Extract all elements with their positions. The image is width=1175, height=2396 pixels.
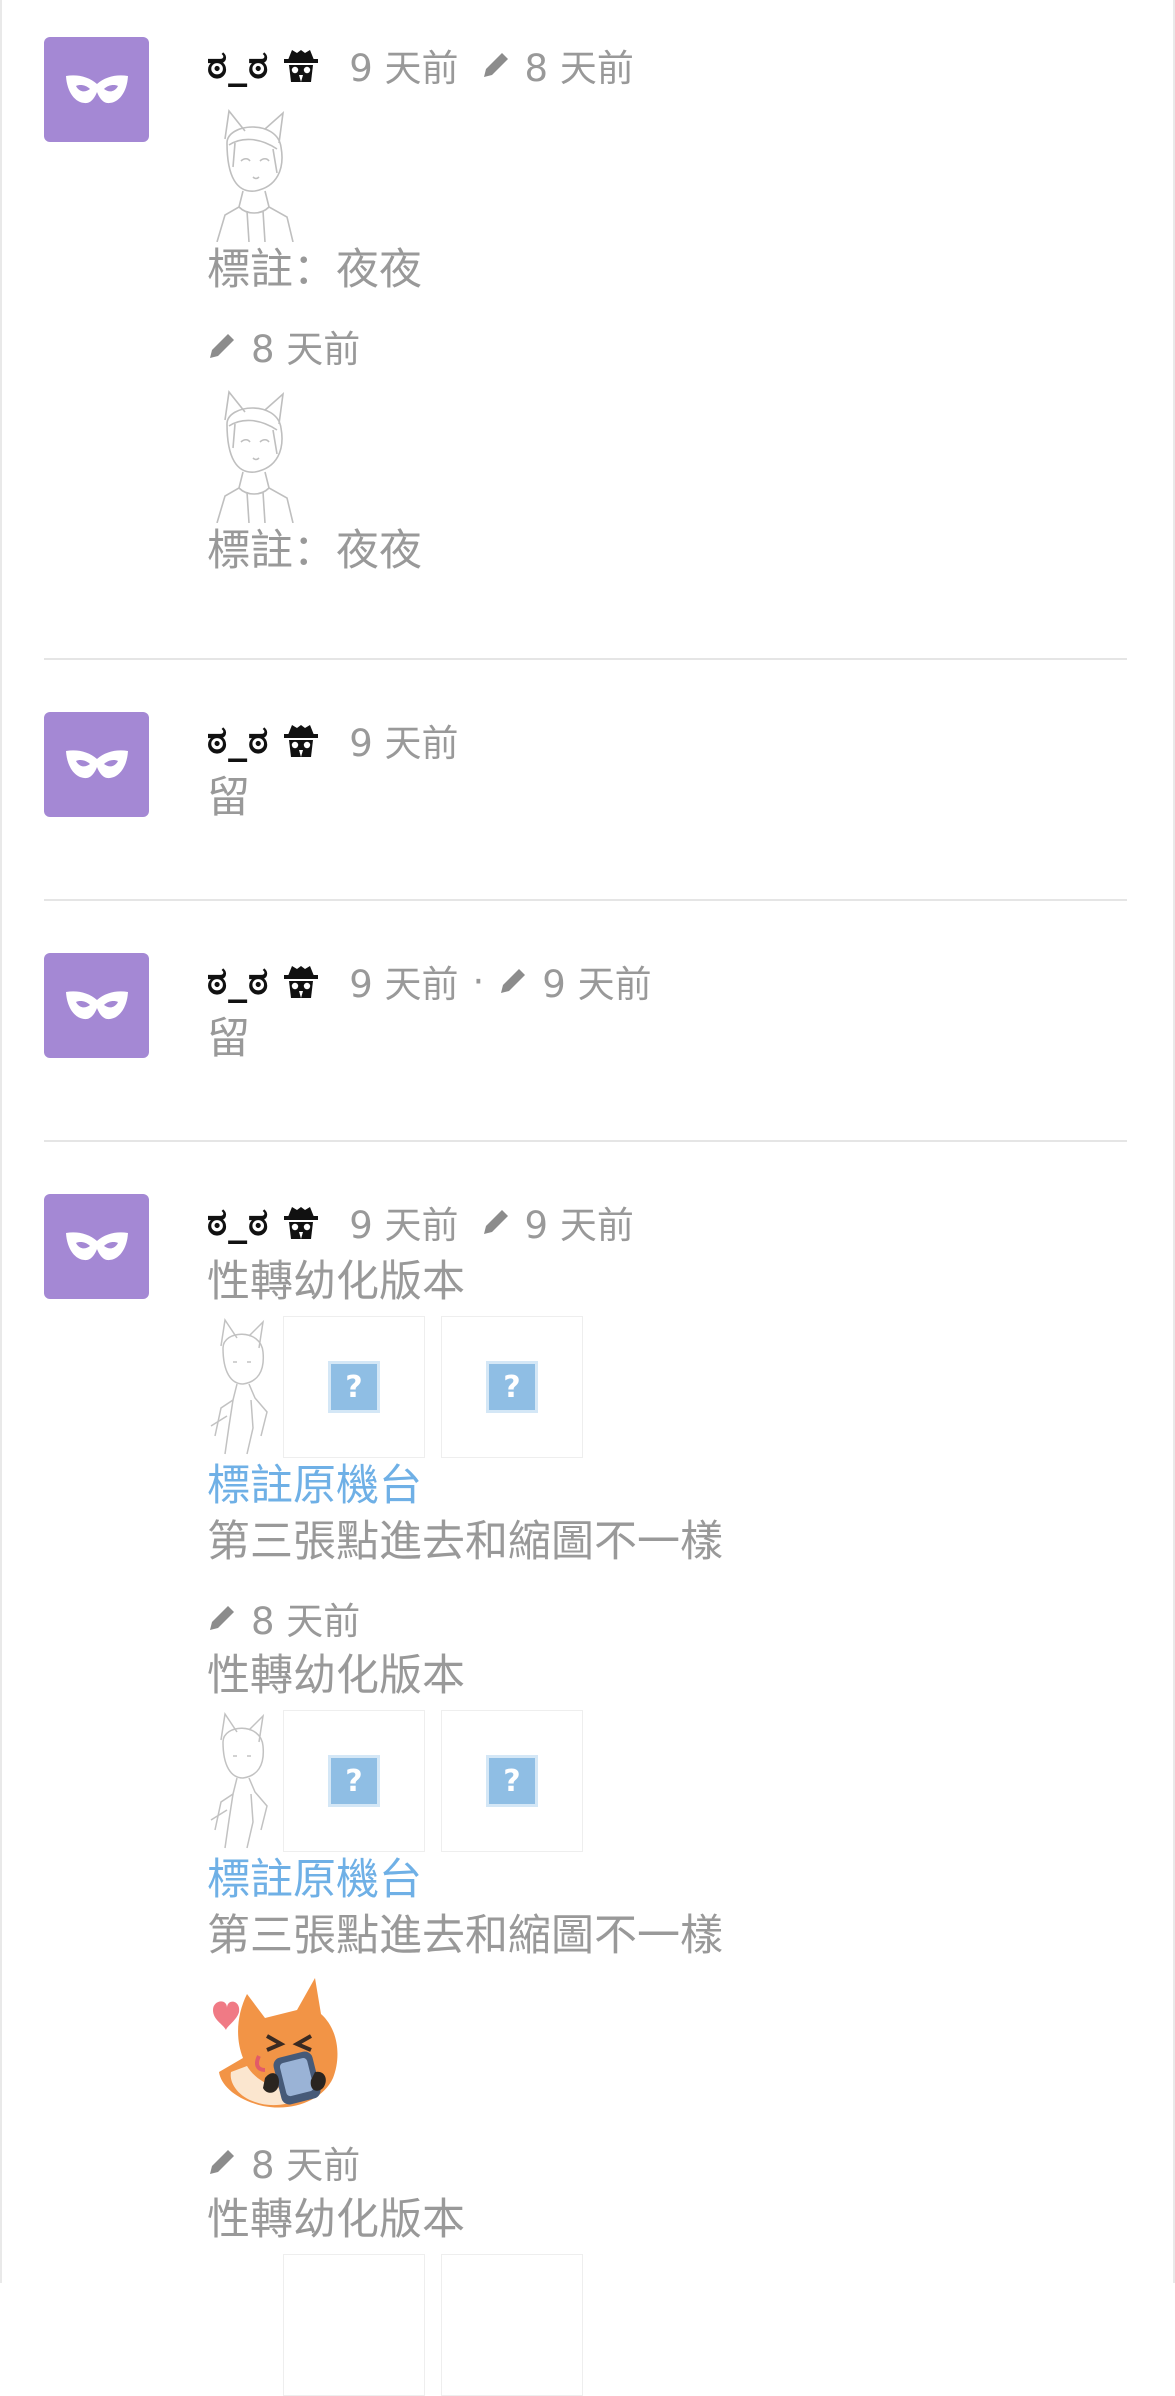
mask-icon [65,749,128,778]
broken-image[interactable]: ? [283,1710,425,1852]
broken-image[interactable]: ? [283,1316,425,1458]
comment-meta: ಠ_ಠ 9 天前 8 天前 [207,35,1107,95]
edit-time[interactable]: 9 天前 [525,1195,634,1249]
anonymous-spy-icon [283,47,319,83]
comment: ಠ_ಠ 9 天前 9 天前 性轉幼化版本 ? ? 標註原機台 第三張點進去和縮圖… [44,1192,1127,2396]
comment-meta: ಠ_ಠ 9 天前 · 9 天前 [207,951,1107,1011]
divider [44,899,1127,901]
username[interactable]: ಠ_ಠ [207,43,269,88]
question-mark-icon: ? [486,1361,538,1413]
comment: ಠ_ಠ 9 天前 8 天前 標註：夜夜 8 天前 標註：夜夜 [44,35,1127,635]
comment-meta: ಠ_ಠ 9 天前 9 天前 [207,1192,1107,1252]
comment-note: 第三張點進去和縮圖不一樣 [207,1517,723,1567]
sketch-thumbnail[interactable] [207,107,302,242]
divider [44,1140,1127,1142]
divider [44,658,1127,660]
broken-image[interactable]: ? [441,1316,583,1458]
question-mark-icon: ? [486,1755,538,1807]
pencil-icon [207,331,237,361]
post-time[interactable]: 9 天前 [349,713,458,767]
comment-text: 留 [207,773,250,823]
edit-time[interactable]: 8 天前 [251,319,360,373]
comment-title: 性轉幼化版本 [207,1651,465,1701]
tag-text: 標註：夜夜 [207,245,422,295]
edit-time[interactable]: 9 天前 [542,954,651,1008]
avatar[interactable] [44,37,149,142]
comment-note: 第三張點進去和縮圖不一樣 [207,1911,723,1961]
anonymous-spy-icon [283,722,319,758]
anonymous-spy-icon [283,963,319,999]
comment-title: 性轉幼化版本 [207,2195,465,2245]
edit-time[interactable]: 8 天前 [251,2135,360,2189]
comment-title: 性轉幼化版本 [207,1257,465,1307]
broken-image[interactable]: ? [441,1710,583,1852]
question-mark-icon: ? [328,1361,380,1413]
image-gallery: ? ? [207,1710,1107,1852]
revision-meta: 8 天前 [207,316,1107,376]
broken-image[interactable] [441,2254,583,2396]
sketch-thumbnail[interactable] [207,1710,277,1850]
tag-link[interactable]: 標註原機台 [207,1458,1107,1514]
anonymous-spy-icon [283,1204,319,1240]
sketch-thumbnail[interactable] [207,2254,277,2394]
revision-meta: 8 天前 [207,1588,1107,1648]
edit-time[interactable]: 8 天前 [525,38,634,92]
avatar[interactable] [44,1194,149,1299]
pencil-icon [481,50,511,80]
post-time[interactable]: 9 天前 [349,38,458,92]
pencil-icon [498,966,528,996]
avatar[interactable] [44,953,149,1058]
fox-sticker[interactable] [207,1974,347,2114]
edit-time[interactable]: 8 天前 [251,1591,360,1645]
username[interactable]: ಠ_ಠ [207,718,269,763]
username[interactable]: ಠ_ಠ [207,959,269,1004]
username[interactable]: ಠ_ಠ [207,1200,269,1245]
image-gallery: ? ? [207,1316,1107,1458]
comment-text: 留 [207,1014,250,1064]
mask-icon [65,74,128,103]
avatar[interactable] [44,712,149,817]
pencil-icon [207,1603,237,1633]
post-time[interactable]: 9 天前 [349,1195,458,1249]
pencil-icon [207,2147,237,2177]
sketch-thumbnail[interactable] [207,1316,277,1456]
left-border [0,0,2,2283]
broken-image[interactable] [283,2254,425,2396]
mask-icon [65,1231,128,1260]
pencil-icon [481,1207,511,1237]
image-gallery [207,2254,1107,2396]
sketch-thumbnail[interactable] [207,388,302,523]
mask-icon [65,990,128,1019]
question-mark-icon: ? [328,1755,380,1807]
comment: ಠ_ಠ 9 天前 留 [44,710,1127,860]
tag-text: 標註：夜夜 [207,526,422,576]
separator-dot: · [472,959,485,1003]
comment: ಠ_ಠ 9 天前 · 9 天前 留 [44,951,1127,1101]
revision-meta: 8 天前 [207,2132,1107,2192]
tag-link[interactable]: 標註原機台 [207,1852,1107,1908]
comment-meta: ಠ_ಠ 9 天前 [207,710,1107,770]
post-time[interactable]: 9 天前 [349,954,458,1008]
